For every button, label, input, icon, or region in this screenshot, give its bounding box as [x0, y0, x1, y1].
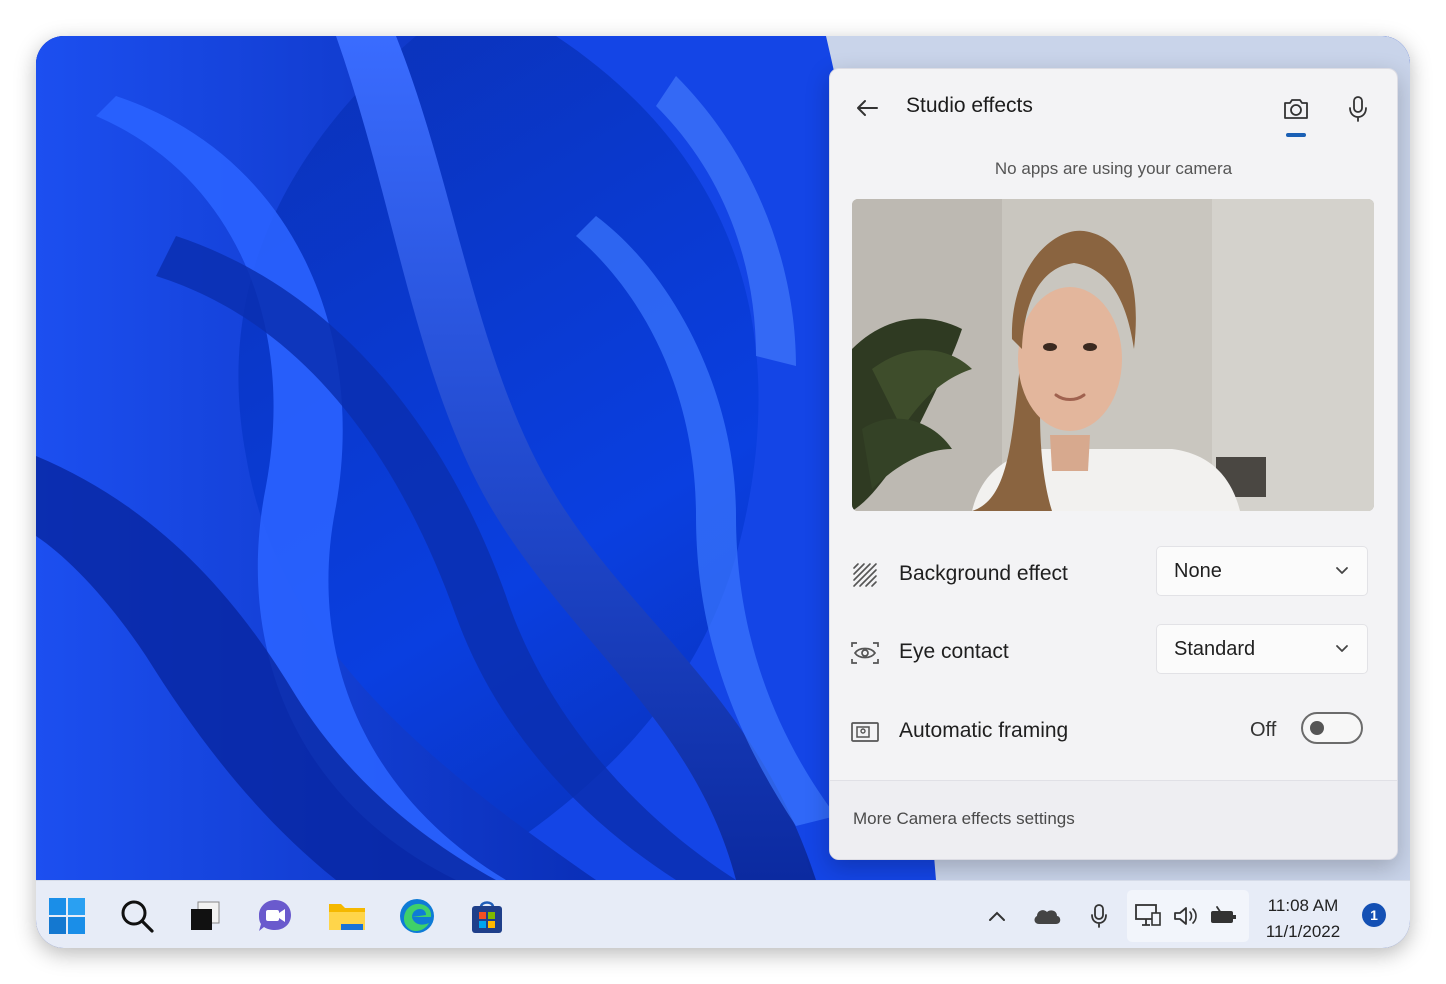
selected-tab-indicator — [1286, 133, 1306, 137]
eye-contact-icon — [851, 642, 879, 664]
eye-contact-label: Eye contact — [899, 640, 1009, 663]
tab-camera[interactable] — [1276, 89, 1316, 129]
file-explorer-button[interactable] — [326, 895, 368, 937]
windows-start-icon — [49, 898, 85, 934]
panel-title: Studio effects — [906, 94, 1033, 117]
edge-button[interactable] — [396, 895, 438, 937]
back-arrow-icon — [857, 100, 878, 116]
automatic-framing-row: Automatic framing Off — [830, 703, 1397, 759]
battery-icon — [1211, 906, 1236, 923]
toggle-knob — [1310, 721, 1324, 735]
task-view-icon — [191, 901, 220, 930]
eye-contact-value: Standard — [1174, 638, 1256, 660]
quick-settings-button[interactable] — [1127, 890, 1249, 942]
studio-effects-panel: Studio effects No apps are using your ca… — [829, 68, 1398, 860]
microphone-icon — [1349, 96, 1367, 122]
panel-header: Studio effects — [830, 69, 1397, 145]
framing-icon — [851, 722, 879, 742]
store-button[interactable] — [466, 895, 508, 937]
microphone-in-use-icon — [1091, 904, 1107, 928]
network-icon — [1135, 904, 1161, 926]
clock-time: 11:08 AM — [1267, 896, 1339, 915]
automatic-framing-toggle[interactable] — [1301, 712, 1363, 744]
battery-status — [1209, 901, 1239, 931]
teams-chat-icon — [259, 900, 291, 931]
panel-footer: More Camera effects settings — [830, 781, 1397, 859]
background-effect-label: Background effect — [899, 562, 1068, 585]
onedrive-button[interactable] — [1032, 901, 1062, 931]
show-hidden-icons-button[interactable] — [982, 901, 1012, 931]
microphone-in-use-button[interactable] — [1084, 901, 1114, 931]
eye-contact-dropdown[interactable]: Standard — [1156, 624, 1368, 674]
onedrive-cloud-icon — [1034, 910, 1061, 924]
chevron-down-icon — [1336, 645, 1348, 652]
background-effect-dropdown[interactable]: None — [1156, 546, 1368, 596]
network-status — [1133, 901, 1163, 931]
automatic-framing-state: Off — [1250, 719, 1277, 741]
clock-date: 11/1/2022 — [1265, 922, 1341, 941]
background-effect-row: Background effect None — [830, 546, 1397, 602]
file-explorer-icon — [329, 904, 365, 930]
taskbar: 11:08 AM 11/1/2022 1 — [36, 880, 1410, 948]
store-icon — [472, 901, 502, 933]
desktop-screen: Studio effects No apps are using your ca… — [36, 36, 1410, 948]
tab-microphone[interactable] — [1338, 89, 1378, 129]
chat-button[interactable] — [254, 895, 296, 937]
notification-badge[interactable]: 1 — [1362, 903, 1386, 927]
chevron-down-icon — [1336, 567, 1348, 574]
start-button[interactable] — [46, 895, 88, 937]
volume-icon — [1174, 907, 1197, 925]
background-effect-value: None — [1174, 560, 1222, 582]
back-button[interactable] — [850, 91, 884, 125]
camera-icon — [1284, 99, 1308, 119]
camera-preview — [852, 199, 1374, 511]
volume-status — [1171, 901, 1201, 931]
search-icon — [121, 900, 154, 933]
chevron-up-icon — [989, 911, 1005, 921]
clock-button[interactable]: 11:08 AM 11/1/2022 — [1258, 893, 1348, 945]
more-camera-settings-link[interactable]: More Camera effects settings — [853, 809, 1075, 829]
automatic-framing-label: Automatic framing — [899, 719, 1069, 742]
background-blur-icon — [853, 563, 877, 587]
edge-browser-icon — [400, 899, 434, 933]
camera-status-text: No apps are using your camera — [994, 159, 1233, 178]
eye-contact-row: Eye contact Standard — [830, 624, 1397, 680]
task-view-button[interactable] — [184, 895, 226, 937]
search-button[interactable] — [116, 895, 158, 937]
